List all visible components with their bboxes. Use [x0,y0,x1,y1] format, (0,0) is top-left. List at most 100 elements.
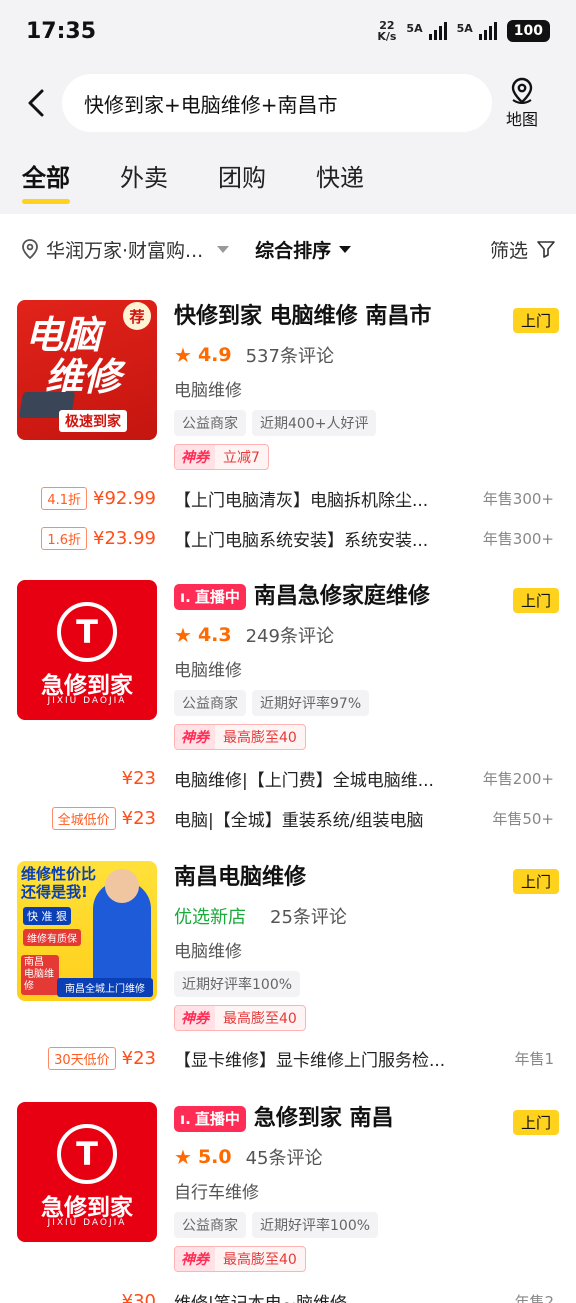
deal-row[interactable]: 1.6折 ¥23.99 【上门电脑系统安装】系统安装... 年售300+ [0,522,576,554]
signal-icon-1: 5A [406,22,447,40]
tab-all[interactable]: 全部 [22,158,70,204]
coupon-value: 最高膨至40 [223,730,297,746]
deal-sold: 年售2 [514,1292,554,1303]
sort-label: 综合排序 [255,239,332,262]
deal-row[interactable]: 30天低价 ¥23 【显卡维修】显卡维修上门服务检... 年售1 [0,1042,576,1074]
map-button[interactable]: 地图 [506,76,538,130]
deal-price: ¥30 [121,1290,156,1303]
coupon-badge[interactable]: 神券 最高膨至40 [174,1005,306,1031]
review-count[interactable]: 537条评论 [246,342,334,368]
deal-name: 【上门电脑清灰】电脑拆机除尘... [174,490,429,511]
rating-score: 5.0 [197,1146,232,1168]
coupon-tag: 神券 [175,725,215,749]
thumb-brand-pinyin: JIXIU DAOJIA [47,696,127,706]
deal-sold: 年售50+ [492,809,554,828]
rating-score: 4.3 [197,624,232,646]
shop-thumbnail[interactable]: 维修性价比 还得是我! 快 准 狠 维修有质保 南昌 电脑维修 南昌全城上门维修 [17,861,157,1001]
coupon-badge[interactable]: 神券 立减7 [174,444,269,470]
shop-tag: 近期好评率97% [252,690,370,716]
shop-tags: 公益商家 近期好评率97% [174,690,560,716]
new-shop-label: 优选新店 [174,907,246,928]
shop-thumbnail[interactable]: 电脑 维修 荐 极速到家 [17,300,157,440]
screen-button[interactable]: 筛选 [490,236,556,263]
deal-price: ¥23 [121,767,156,789]
deal-price: ¥23.99 [93,527,156,549]
status-icons: 22 K/s 5A 5A 100 [377,20,550,42]
review-count[interactable]: 25条评论 [270,903,347,929]
onsite-badge: 上门 [512,308,559,333]
search-row: 快修到家+电脑维修+南昌市 地图 [0,62,576,144]
thumb-tag: 快 准 狠 [23,907,71,925]
shop-title-text: 快修到家 电脑维修 南昌市 [174,304,432,329]
live-badge[interactable]: ı. 直播中 [174,1106,246,1132]
wrench-logo-icon: T [57,1124,117,1184]
deal-row[interactable]: ¥23 电脑维修|【上门费】全城电脑维... 年售200+ [0,762,576,794]
tab-express[interactable]: 快递 [316,158,364,198]
deal-row[interactable]: 全城低价 ¥23 电脑|【全城】重装系统/组装电脑 年售50+ [0,802,576,834]
deal-name: 维修|笔记本电~脑维修 [174,1289,474,1303]
onsite-badge: 上门 [512,588,559,613]
back-arrow-icon [28,89,44,117]
battery-icon: 100 [506,20,550,42]
thumb-slogan: 极速到家 [59,410,127,432]
discount-badge: 30天低价 [48,1046,116,1070]
review-count[interactable]: 249条评论 [246,622,334,648]
live-badge[interactable]: ı. 直播中 [174,584,246,610]
shop-title[interactable]: ı. 直播中 南昌急修家庭维修 [174,580,560,614]
map-pin-icon [511,77,533,104]
category-tabs: 全部 外卖 团购 快递 [0,144,576,214]
coupon-value: 立减7 [223,450,260,466]
deal-price: ¥23 [121,1047,156,1069]
deal-price: ¥92.99 [93,487,156,509]
signal-label-1: 5A [406,22,423,35]
coupon-tag: 神券 [175,1006,215,1030]
tab-groupbuy[interactable]: 团购 [218,158,266,198]
coupon-badge[interactable]: 神券 最高膨至40 [174,724,306,750]
network-speed: 22 K/s [377,20,396,42]
search-input[interactable]: 快修到家+电脑维修+南昌市 [62,74,492,132]
review-count[interactable]: 45条评论 [246,1144,323,1170]
shop-tag: 公益商家 [174,690,246,716]
thumb-tag: 南昌 电脑维修 [21,955,59,995]
rating-row: ★ 5.0 45条评论 [174,1140,560,1174]
deal-row[interactable]: ¥30 维修|笔记本电~脑维修 年售2 [0,1285,576,1303]
coupon-value: 最高膨至40 [223,1011,297,1027]
deal-sold: 年售300+ [482,529,554,548]
recommend-badge: 荐 [123,302,151,330]
shop-title-text: 南昌电脑维修 [174,865,307,890]
shop-tags: 近期好评率100% [174,971,560,997]
shop-title-text: 急修到家 南昌 [253,1106,394,1131]
live-label: 直播中 [194,588,240,606]
shop-thumbnail[interactable]: T 急修到家 JIXIU DAOJIA [17,580,157,720]
live-label: 直播中 [194,1110,240,1128]
shop-info: ı. 直播中 急修到家 南昌 ★ 5.0 45条评论 自行车维修 公益商家 近期好… [174,1102,560,1272]
star-icon: ★ [174,343,192,367]
shop-tag: 近期好评率100% [174,971,301,997]
clock: 17:35 [26,18,97,44]
tab-takeout[interactable]: 外卖 [120,158,168,198]
location-filter[interactable]: 华润万家·财富购... [20,236,230,263]
deal-price: ¥23 [121,807,156,829]
deal-row[interactable]: 4.1折 ¥92.99 【上门电脑清灰】电脑拆机除尘... 年售300+ [0,482,576,514]
shop-title[interactable]: 快修到家 电脑维修 南昌市 [174,300,560,334]
deal-name: 【显卡维修】显卡维修上门服务检... [174,1050,446,1071]
screen-label: 筛选 [489,239,528,262]
status-bar: 17:35 22 K/s 5A 5A 100 [0,0,576,62]
shop-title[interactable]: 南昌电脑维修 [174,861,560,895]
coupon-value: 最高膨至40 [223,1252,297,1268]
funnel-icon [537,241,555,258]
shop-thumbnail[interactable]: T 急修到家 JIXIU DAOJIA [17,1102,157,1242]
back-button[interactable] [18,83,54,123]
coupon-badge[interactable]: 神券 最高膨至40 [174,1246,306,1272]
thumb-text: 维修性价比 还得是我! [21,865,97,901]
star-icon: ★ [174,1145,192,1169]
shop-tag: 公益商家 [174,410,246,436]
sort-dropdown[interactable]: 综合排序 [255,236,352,263]
wrench-logo-icon: T [57,602,117,662]
shop-title-text: 南昌急修家庭维修 [253,584,430,609]
live-icon: ı. [180,1110,191,1128]
speed-unit: K/s [377,30,397,43]
shop-title[interactable]: ı. 直播中 急修到家 南昌 [174,1102,560,1136]
thumb-brand: 急修到家 [41,1195,133,1221]
shop-category: 电脑维修 [174,381,242,401]
